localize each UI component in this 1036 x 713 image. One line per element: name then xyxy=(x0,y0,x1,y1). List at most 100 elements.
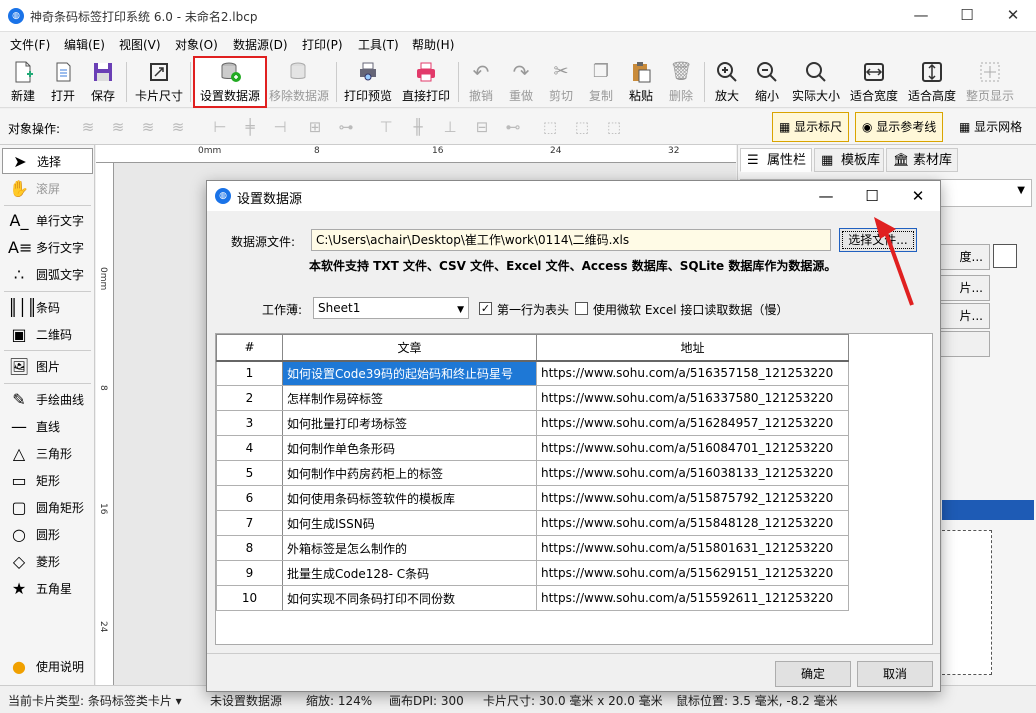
title-cell[interactable]: 如何设置Code39码的起始码和终止码星号 xyxy=(282,360,537,386)
tab-properties[interactable]: ☰ 属性栏 xyxy=(740,148,812,172)
actual-size-button[interactable]: 实际大小 xyxy=(790,58,842,106)
title-cell[interactable]: 外箱标签是怎么制作的 xyxy=(282,535,537,561)
ungroup-icon[interactable]: ⬚ xyxy=(572,118,592,136)
maximize-button[interactable]: ☐ xyxy=(944,0,990,32)
align-center-icon[interactable]: ╪ xyxy=(240,118,260,136)
column-header[interactable]: 文章 xyxy=(282,334,537,362)
url-cell[interactable]: https://www.sohu.com/a/515875792_1212532… xyxy=(536,485,849,511)
delete-button[interactable]: 🗑 删除 xyxy=(664,58,698,106)
show-grid-toggle[interactable]: ▦ 显示网格 xyxy=(952,112,1029,142)
table-row[interactable]: 3 如何批量打印考场标签 https://www.sohu.com/a/516284… xyxy=(216,410,849,436)
url-cell[interactable]: https://www.sohu.com/a/515848128_1212532… xyxy=(536,510,849,536)
title-cell[interactable]: 如何使用条码标签软件的模板库 xyxy=(282,485,537,511)
menu-datasource[interactable]: 数据源(D) xyxy=(233,36,288,53)
menu-help[interactable]: 帮助(H) xyxy=(412,36,454,53)
ok-button[interactable]: 确定 xyxy=(775,661,851,687)
card-size-button[interactable]: 卡片尺寸 xyxy=(132,58,186,106)
url-cell[interactable]: https://www.sohu.com/a/515592611_1212532… xyxy=(536,585,849,611)
zoom-out-button[interactable]: 缩小 xyxy=(750,58,784,106)
tab-templates[interactable]: ▦ 模板库 xyxy=(814,148,884,172)
align-top-icon[interactable]: ⊤ xyxy=(376,118,396,136)
table-row[interactable]: 4 如何制作单色条形码 https://www.sohu.com/a/5160847… xyxy=(216,435,849,461)
title-cell[interactable]: 如何实现不同条码打印不同份数 xyxy=(282,585,537,611)
qrcode-tool[interactable]: ▣ 二维码 xyxy=(2,322,93,348)
data-preview-grid[interactable]: # 文章 地址 1 如何设置Code39码的起始码和终止码星号 https://ww… xyxy=(215,333,933,645)
ellipse-tool[interactable]: ○ 圆形 xyxy=(2,522,93,548)
select-tool[interactable]: ➤ 选择 xyxy=(2,148,93,174)
property-button-1[interactable]: 度... xyxy=(938,244,990,270)
show-guides-toggle[interactable]: ◉ 显示参考线 xyxy=(855,112,944,142)
direct-print-button[interactable]: 直接打印 xyxy=(400,58,452,106)
align-bottom-icon[interactable]: ⊥ xyxy=(440,118,460,136)
menu-view[interactable]: 视图(V) xyxy=(119,36,161,53)
align-right-icon[interactable]: ⊣ xyxy=(270,118,290,136)
barcode-tool[interactable]: ║│║ 条码 xyxy=(2,295,93,321)
minimize-button[interactable]: — xyxy=(898,0,944,32)
redo-button[interactable]: ↷ 重做 xyxy=(504,58,538,106)
freehand-tool[interactable]: ✎ 手绘曲线 xyxy=(2,387,93,413)
url-cell[interactable]: https://www.sohu.com/a/516284957_1212532… xyxy=(536,410,849,436)
url-cell[interactable]: https://www.sohu.com/a/516038133_1212532… xyxy=(536,460,849,486)
table-row[interactable]: 5 如何制作中药房药柜上的标签 https://www.sohu.com/a/516… xyxy=(216,460,849,486)
title-cell[interactable]: 批量生成Code128- C条码 xyxy=(282,560,537,586)
dialog-close-button[interactable]: ✕ xyxy=(895,181,941,211)
diamond-tool[interactable]: ◇ 菱形 xyxy=(2,549,93,575)
datasource-file-input[interactable]: C:\Users\achair\Desktop\崔工作\work\0114\二维… xyxy=(311,229,831,251)
fit-width-button[interactable]: 适合宽度 xyxy=(848,58,900,106)
pan-tool[interactable]: ✋ 滚屏 xyxy=(2,176,93,202)
menu-tools[interactable]: 工具(T) xyxy=(358,36,399,53)
line-tool[interactable]: — 直线 xyxy=(2,414,93,440)
table-row[interactable]: 6 如何使用条码标签软件的模板库 https://www.sohu.com/a/51… xyxy=(216,485,849,511)
property-button-3[interactable]: 片... xyxy=(938,303,990,329)
cut-button[interactable]: ✂ 剪切 xyxy=(544,58,578,106)
round-rect-tool[interactable]: ▢ 圆角矩形 xyxy=(2,495,93,521)
menu-print[interactable]: 打印(P) xyxy=(302,36,343,53)
url-cell[interactable]: https://www.sohu.com/a/516357158_1212532… xyxy=(536,360,849,386)
arc-text-tool[interactable]: ∴ 圆弧文字 xyxy=(2,262,93,288)
undo-button[interactable]: ↶ 撤销 xyxy=(464,58,498,106)
property-button-2[interactable]: 片... xyxy=(938,275,990,301)
table-row[interactable]: 10 如何实现不同条码打印不同份数 https://www.sohu.com/a/5… xyxy=(216,585,849,611)
cancel-button[interactable]: 取消 xyxy=(857,661,933,687)
property-button-4[interactable] xyxy=(938,331,990,357)
set-datasource-button[interactable]: 设置数据源 xyxy=(193,56,267,108)
table-row[interactable]: 9 批量生成Code128- C条码 https://www.sohu.com/a/… xyxy=(216,560,849,586)
layer-down-icon[interactable]: ≋ xyxy=(138,118,158,136)
distribute-spacing-icon[interactable]: ⊶ xyxy=(336,118,356,136)
rect-tool[interactable]: ▭ 矩形 xyxy=(2,468,93,494)
use-ms-excel-checkbox[interactable] xyxy=(575,302,588,315)
title-cell[interactable]: 怎样制作易碎标签 xyxy=(282,385,537,411)
table-row[interactable]: 7 如何生成ISSN码 https://www.sohu.com/a/5158481… xyxy=(216,510,849,536)
title-cell[interactable]: 如何生成ISSN码 xyxy=(282,510,537,536)
distribute-v-icon[interactable]: ⊟ xyxy=(472,118,492,136)
new-button[interactable]: 新建 xyxy=(4,58,42,106)
dialog-maximize-button[interactable]: ☐ xyxy=(849,181,895,211)
fit-page-button[interactable]: 整页显示 xyxy=(964,58,1016,106)
save-button[interactable]: 保存 xyxy=(84,58,122,106)
multi-text-tool[interactable]: A≡ 多行文字 xyxy=(2,235,93,261)
paste-button[interactable]: 粘贴 xyxy=(624,58,658,106)
menu-object[interactable]: 对象(O) xyxy=(175,36,218,53)
triangle-tool[interactable]: △ 三角形 xyxy=(2,441,93,467)
show-ruler-toggle[interactable]: ▦ 显示标尺 xyxy=(772,112,850,142)
copy-button[interactable]: ❐ 复制 xyxy=(584,58,618,106)
dialog-minimize-button[interactable]: — xyxy=(803,181,849,211)
close-button[interactable]: ✕ xyxy=(990,0,1036,32)
distribute-v-spacing-icon[interactable]: ⊷ xyxy=(503,118,523,136)
align-middle-icon[interactable]: ╫ xyxy=(408,118,428,136)
column-header[interactable]: # xyxy=(216,334,283,362)
worksheet-select[interactable]: Sheet1 ▼ xyxy=(313,297,469,319)
column-header[interactable]: 地址 xyxy=(536,334,849,362)
menu-file[interactable]: 文件(F) xyxy=(10,36,50,53)
url-cell[interactable]: https://www.sohu.com/a/515801631_1212532… xyxy=(536,535,849,561)
zoom-in-button[interactable]: 放大 xyxy=(710,58,744,106)
url-cell[interactable]: https://www.sohu.com/a/516337580_1212532… xyxy=(536,385,849,411)
table-row[interactable]: 8 外箱标签是怎么制作的 https://www.sohu.com/a/515801… xyxy=(216,535,849,561)
title-cell[interactable]: 如何制作中药房药柜上的标签 xyxy=(282,460,537,486)
fit-height-button[interactable]: 适合高度 xyxy=(906,58,958,106)
distribute-h-icon[interactable]: ⊞ xyxy=(305,118,325,136)
layer-up-icon[interactable]: ≋ xyxy=(108,118,128,136)
align-left-icon[interactable]: ⊢ xyxy=(210,118,230,136)
layer-bottom-icon[interactable]: ≋ xyxy=(168,118,188,136)
lock-icon[interactable]: ⬚ xyxy=(604,118,624,136)
